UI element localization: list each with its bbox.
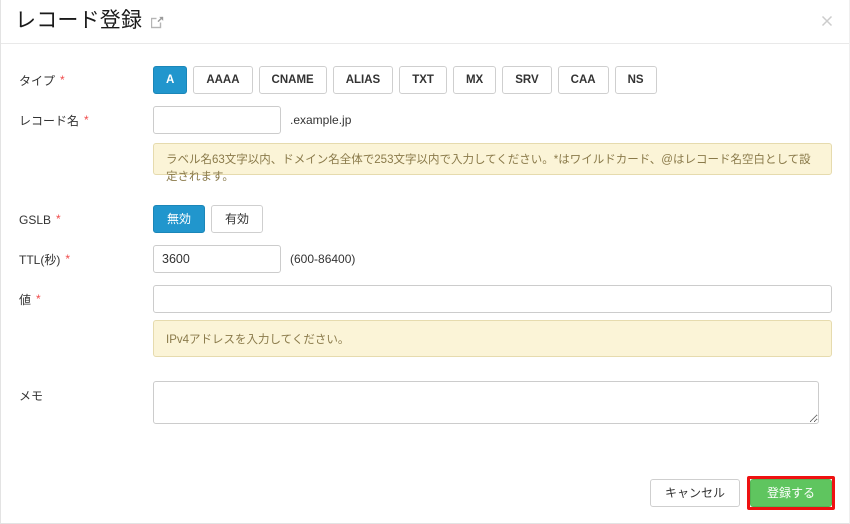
external-link-icon[interactable] bbox=[151, 16, 164, 29]
form-row-ttl: TTL(秒) * (600-86400) bbox=[19, 245, 831, 273]
type-option-cname[interactable]: CNAME bbox=[258, 66, 327, 94]
close-icon[interactable] bbox=[817, 11, 837, 31]
type-option-txt[interactable]: TXT bbox=[399, 66, 447, 94]
label-memo: メモ bbox=[19, 381, 153, 402]
label-type-text: タイプ bbox=[19, 74, 56, 88]
label-gslb-text: GSLB bbox=[19, 213, 52, 227]
field-type: A AAAA CNAME ALIAS TXT MX SRV CAA NS bbox=[153, 66, 831, 94]
type-option-aaaa[interactable]: AAAA bbox=[193, 66, 253, 94]
type-option-alias[interactable]: ALIAS bbox=[332, 66, 394, 94]
form-row-memo: メモ bbox=[19, 381, 831, 424]
memo-textarea[interactable] bbox=[153, 381, 819, 424]
value-notice: IPv4アドレスを入力してください。 bbox=[153, 320, 832, 357]
value-input[interactable] bbox=[153, 285, 832, 313]
type-option-srv[interactable]: SRV bbox=[502, 66, 552, 94]
type-option-a[interactable]: A bbox=[153, 66, 188, 94]
gslb-option-disabled[interactable]: 無効 bbox=[153, 205, 206, 233]
gslb-button-group: 無効 有効 bbox=[153, 205, 831, 233]
field-record-name: .example.jp ラベル名63文字以内、ドメイン名全体で253文字以内で入… bbox=[153, 106, 832, 183]
modal-header: レコード登録 bbox=[1, 0, 849, 44]
field-gslb: 無効 有効 bbox=[153, 205, 831, 233]
required-marker: * bbox=[36, 292, 41, 306]
modal-footer: キャンセル 登録する bbox=[649, 476, 835, 510]
label-record-name: レコード名 * bbox=[19, 106, 153, 127]
required-marker: * bbox=[60, 73, 65, 87]
label-ttl: TTL(秒) * bbox=[19, 245, 153, 266]
type-option-caa[interactable]: CAA bbox=[557, 66, 609, 94]
form-row-value: 値 * IPv4アドレスを入力してください。 bbox=[19, 285, 832, 357]
form-row-gslb: GSLB * 無効 有効 bbox=[19, 205, 831, 233]
label-gslb: GSLB * bbox=[19, 205, 153, 226]
label-record-name-text: レコード名 bbox=[19, 114, 80, 128]
ttl-range-hint: (600-86400) bbox=[290, 252, 356, 266]
submit-button[interactable]: 登録する bbox=[749, 479, 832, 507]
record-name-notice: ラベル名63文字以内、ドメイン名全体で253文字以内で入力してください。*はワイ… bbox=[153, 143, 832, 183]
label-value-text: 値 bbox=[19, 293, 32, 307]
field-ttl: (600-86400) bbox=[153, 245, 831, 273]
record-registration-modal: レコード登録 タイプ * A AAAA CNAME ALIAS TXT MX S… bbox=[0, 0, 850, 524]
cancel-button[interactable]: キャンセル bbox=[649, 479, 740, 507]
required-marker: * bbox=[65, 252, 70, 266]
required-marker: * bbox=[56, 212, 61, 226]
type-option-ns[interactable]: NS bbox=[614, 66, 657, 94]
submit-button-highlight: 登録する bbox=[746, 476, 835, 510]
required-marker: * bbox=[84, 113, 89, 127]
modal-body: タイプ * A AAAA CNAME ALIAS TXT MX SRV CAA N… bbox=[1, 44, 849, 424]
type-button-group: A AAAA CNAME ALIAS TXT MX SRV CAA NS bbox=[153, 66, 831, 94]
field-value: IPv4アドレスを入力してください。 bbox=[153, 285, 832, 357]
record-name-input[interactable] bbox=[153, 106, 281, 134]
form-row-record-name: レコード名 * .example.jp ラベル名63文字以内、ドメイン名全体で25… bbox=[19, 106, 832, 183]
ttl-input[interactable] bbox=[153, 245, 281, 273]
label-memo-text: メモ bbox=[19, 389, 44, 403]
label-type: タイプ * bbox=[19, 66, 153, 87]
form-row-type: タイプ * A AAAA CNAME ALIAS TXT MX SRV CAA N… bbox=[19, 66, 831, 94]
field-memo bbox=[153, 381, 831, 424]
label-ttl-text: TTL(秒) bbox=[19, 253, 61, 267]
gslb-option-enabled[interactable]: 有効 bbox=[211, 205, 264, 233]
page-title: レコード登録 bbox=[15, 9, 143, 32]
type-option-mx[interactable]: MX bbox=[452, 66, 497, 94]
label-value: 値 * bbox=[19, 285, 153, 306]
record-name-domain-suffix: .example.jp bbox=[290, 113, 352, 127]
